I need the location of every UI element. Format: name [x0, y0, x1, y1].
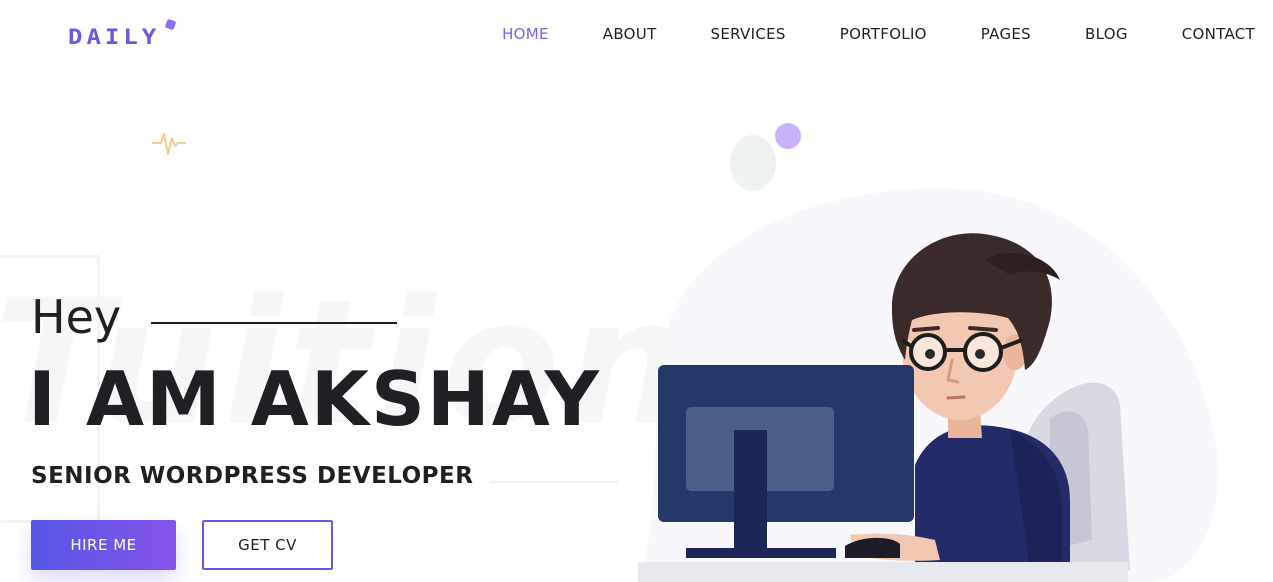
heartbeat-pulse-icon: [152, 133, 186, 155]
hire-me-button[interactable]: HIRE ME: [31, 520, 176, 570]
nav-portfolio[interactable]: PORTFOLIO: [840, 24, 927, 44]
nav-about[interactable]: ABOUT: [603, 24, 657, 44]
greeting-underline: [151, 322, 397, 324]
nav-contact[interactable]: CONTACT: [1182, 24, 1255, 44]
get-cv-button[interactable]: GET CV: [202, 520, 333, 570]
developer-illustration: [638, 188, 1219, 582]
site-logo[interactable]: DAILY: [68, 18, 177, 60]
hero-subtitle: SENIOR WORDPRESS DEVELOPER: [31, 463, 474, 489]
nav-home[interactable]: HOME: [502, 24, 549, 44]
logo-text: DAILY: [68, 24, 161, 50]
desk: [638, 562, 1128, 582]
logo-dot-icon: [164, 18, 177, 31]
nav-pages[interactable]: PAGES: [981, 24, 1031, 44]
background-rule: [490, 481, 618, 483]
hero-greeting: Hey: [31, 290, 122, 344]
decorative-circle-purple: [775, 123, 801, 149]
nav-services[interactable]: SERVICES: [711, 24, 786, 44]
hero-title: I AM AKSHAY: [28, 355, 601, 443]
nav-blog[interactable]: BLOG: [1085, 24, 1128, 44]
main-nav: HOME ABOUT SERVICES PORTFOLIO PAGES BLOG…: [502, 24, 1255, 44]
